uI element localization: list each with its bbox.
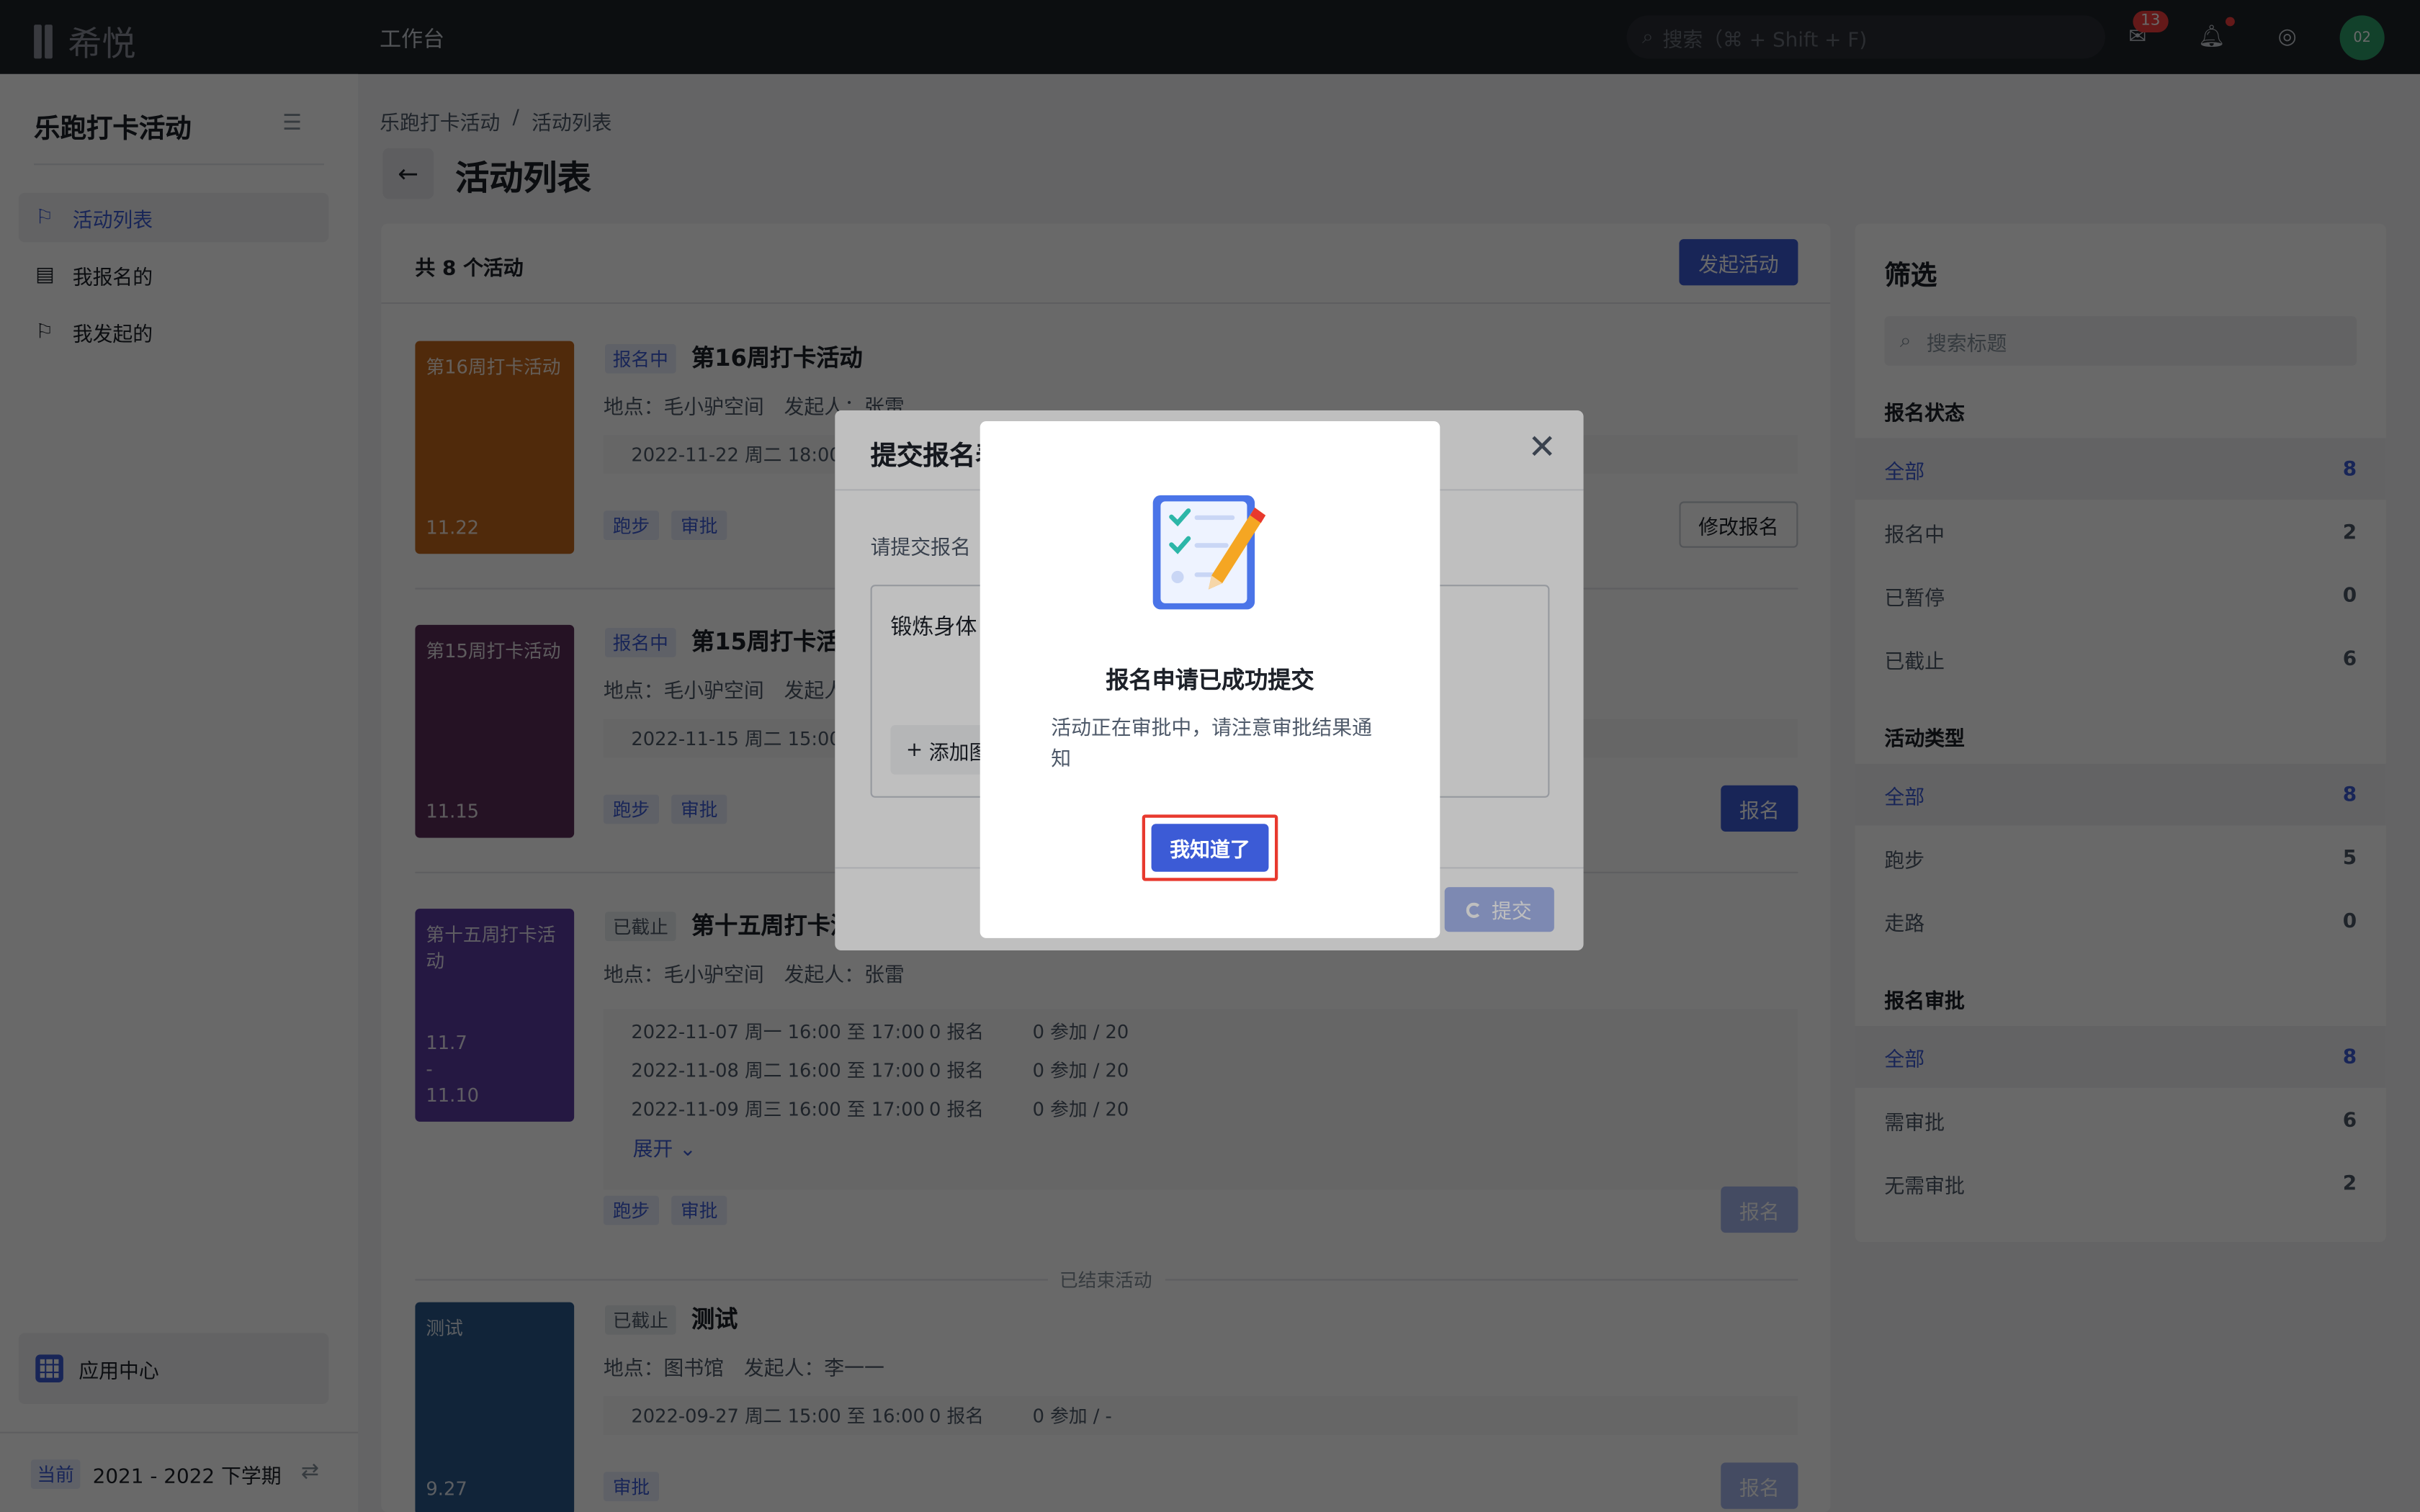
app-root: 希悦 工作台 ⌕ 搜索（⌘ + Shift + F) ✉ 13 🔔︎ ◎ 02 … bbox=[0, 0, 2420, 1512]
success-dialog: 报名申请已成功提交 活动正在审批中，请注意审批结果通知 我知道了 bbox=[980, 421, 1440, 938]
success-message: 活动正在审批中，请注意审批结果通知 bbox=[1051, 717, 1373, 772]
acknowledge-button[interactable]: 我知道了 bbox=[1151, 824, 1269, 872]
checklist-illustration-icon bbox=[1152, 495, 1266, 610]
success-title: 报名申请已成功提交 bbox=[1106, 666, 1314, 695]
